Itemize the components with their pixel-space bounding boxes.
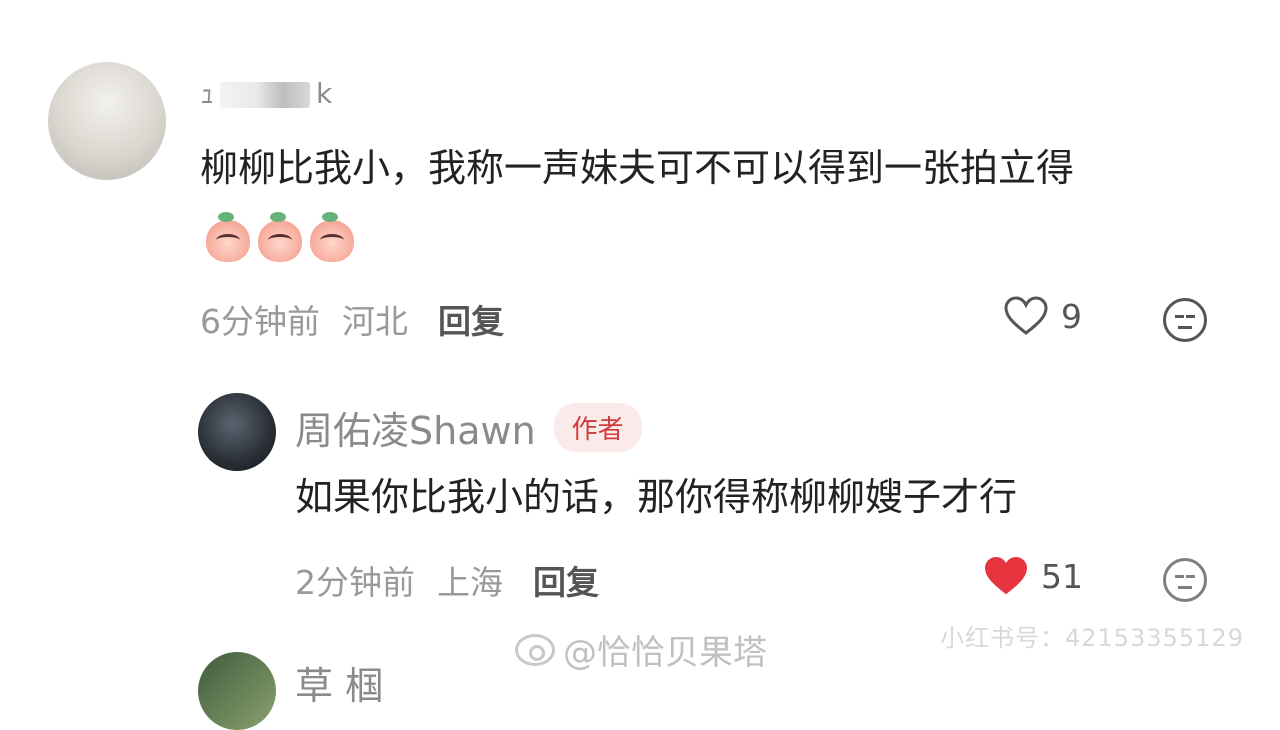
next-comment-username[interactable]: 草 椢 bbox=[295, 655, 383, 710]
face-mouth bbox=[1178, 326, 1192, 329]
username-suffix: k bbox=[316, 77, 333, 110]
peach-emoji-icon bbox=[310, 211, 354, 262]
heart-filled-icon bbox=[984, 556, 1028, 595]
reply-header: 周佑凌Shawn 作者 bbox=[295, 400, 642, 455]
author-badge: 作者 bbox=[553, 403, 642, 452]
heart-outline-icon bbox=[1004, 296, 1048, 335]
reply-button[interactable]: 回复 bbox=[533, 556, 599, 604]
reply-text: 如果你比我小的话，那你得称柳柳嫂子才行 bbox=[295, 475, 1018, 519]
comment-body[interactable]: 柳柳比我小，我称一声妹夫可不可以得到一张拍立得 bbox=[200, 133, 1210, 273]
face-mouth bbox=[1178, 586, 1192, 589]
reply-button[interactable]: 回复 bbox=[438, 295, 504, 343]
reply-location: 上海 bbox=[437, 563, 503, 602]
weibo-icon bbox=[515, 633, 555, 666]
comment-time: 6分钟前 bbox=[200, 302, 320, 341]
comment-text: 柳柳比我小，我称一声妹夫可不可以得到一张拍立得 bbox=[200, 146, 1075, 190]
like-count: 9 bbox=[1061, 296, 1082, 336]
like-button-liked[interactable]: 51 bbox=[983, 556, 1083, 596]
reply-body[interactable]: 如果你比我小的话，那你得称柳柳嫂子才行 bbox=[295, 462, 1195, 532]
comment-avatar[interactable] bbox=[48, 62, 166, 180]
peach-emoji-icon bbox=[206, 211, 250, 262]
reply-username[interactable]: 周佑凌Shawn bbox=[295, 400, 536, 455]
peach-emoji-icon bbox=[258, 211, 302, 262]
reply-avatar[interactable] bbox=[198, 393, 276, 471]
emoji-row bbox=[206, 211, 354, 262]
reply-meta: 2分钟前 上海 回复 bbox=[295, 556, 599, 604]
comment-username[interactable]: ｭk bbox=[200, 72, 332, 112]
like-count: 51 bbox=[1041, 556, 1083, 596]
username-redaction bbox=[220, 82, 311, 108]
reply-time: 2分钟前 bbox=[295, 563, 415, 602]
next-comment-avatar[interactable] bbox=[198, 652, 276, 730]
username-prefix: ｭ bbox=[200, 77, 215, 110]
face-icon[interactable] bbox=[1163, 298, 1207, 342]
comment-meta: 6分钟前 河北 回复 bbox=[200, 295, 504, 343]
face-icon[interactable] bbox=[1163, 558, 1207, 602]
like-button[interactable]: 9 bbox=[1003, 296, 1082, 336]
weibo-watermark: @恰恰贝果塔 bbox=[515, 625, 767, 674]
comment-location: 河北 bbox=[342, 302, 408, 341]
weibo-watermark-text: @恰恰贝果塔 bbox=[563, 633, 767, 673]
xiaohongshu-watermark: 小红书号：42153355129 bbox=[940, 624, 1244, 652]
